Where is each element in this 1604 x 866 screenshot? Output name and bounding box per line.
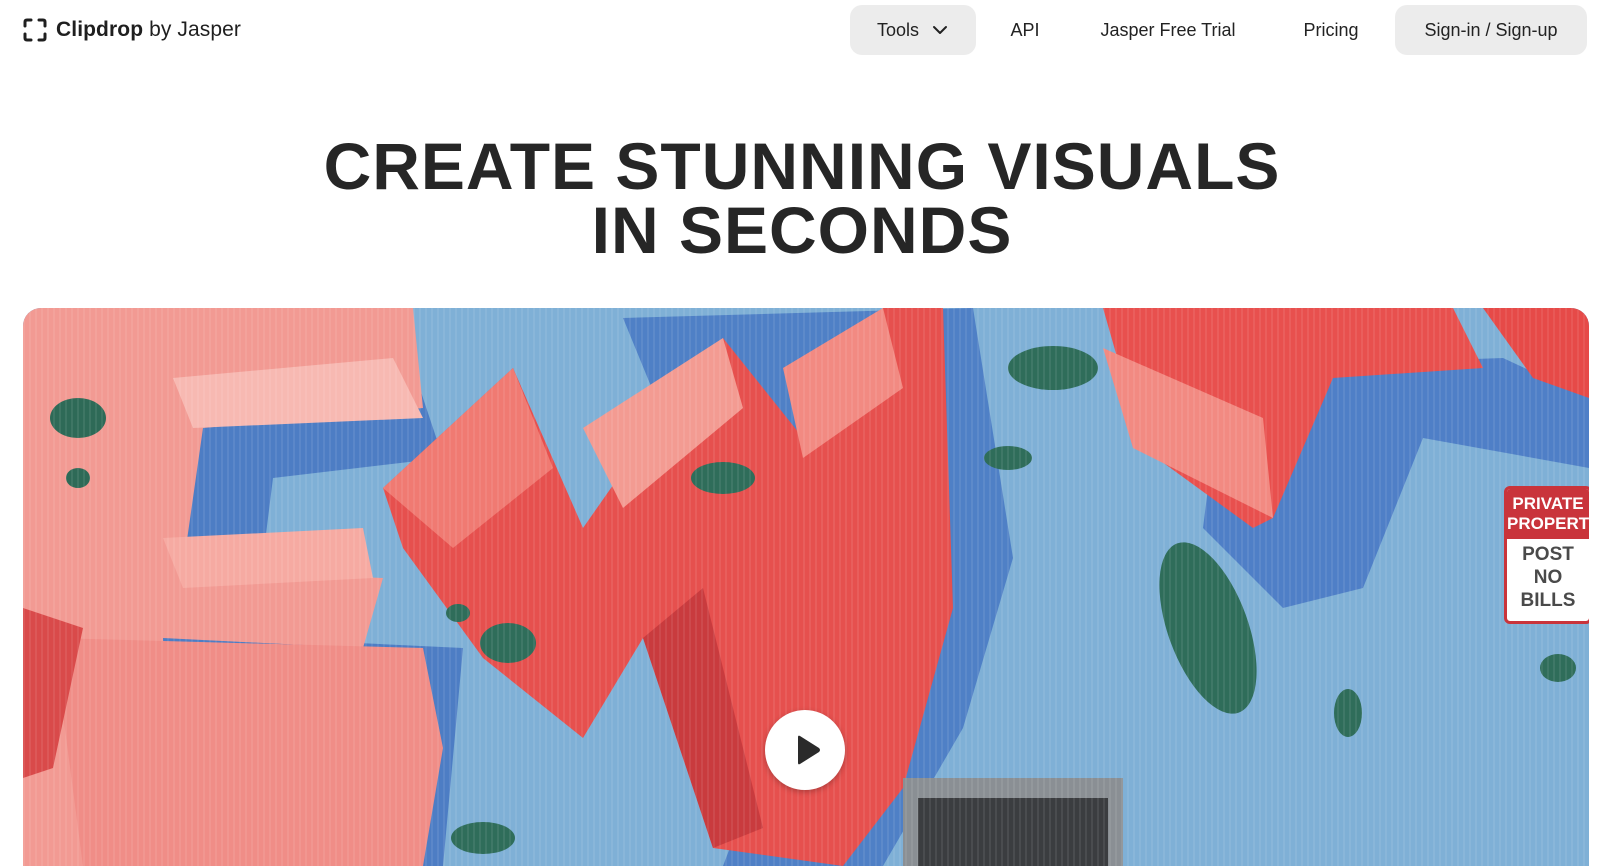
sign-line-2: PROPERTY xyxy=(1507,514,1589,533)
chevron-down-icon xyxy=(933,26,948,34)
logo[interactable]: Clipdrop by Jasper xyxy=(22,16,241,44)
hero-title-line-1: CREATE STUNNING VISUALS xyxy=(323,129,1281,203)
sign-in-button[interactable]: Sign-in / Sign-up xyxy=(1395,5,1587,55)
private-property-sign: PRIVATE PROPERTY POST NO BILLS xyxy=(1504,486,1589,624)
sign-line-1: PRIVATE xyxy=(1512,494,1584,513)
logo-text: Clipdrop by Jasper xyxy=(56,18,241,42)
play-icon xyxy=(798,735,820,765)
tools-label: Tools xyxy=(876,19,920,40)
logo-suffix: by Jasper xyxy=(149,18,242,41)
site-header: Clipdrop by Jasper Tools API Jasper Free… xyxy=(0,0,1604,60)
api-link[interactable]: API xyxy=(995,5,1055,55)
hero-title-line-2: IN SECONDS xyxy=(591,193,1013,267)
bracket-frame-icon xyxy=(23,18,47,42)
sign-line-4: NO xyxy=(1533,567,1563,588)
sign-line-3: POST xyxy=(1522,544,1574,565)
hero-video[interactable]: PRIVATE PROPERTY POST NO BILLS xyxy=(23,308,1589,866)
jasper-free-trial-link[interactable]: Jasper Free Trial xyxy=(1088,5,1248,55)
tools-dropdown-button[interactable]: Tools xyxy=(850,5,976,55)
sign-line-5: BILLS xyxy=(1520,590,1576,611)
play-button[interactable] xyxy=(765,710,845,790)
pricing-link[interactable]: Pricing xyxy=(1285,5,1377,55)
sign-header: PRIVATE PROPERTY xyxy=(1507,489,1589,539)
logo-brand: Clipdrop xyxy=(56,18,144,41)
hero-title: CREATE STUNNING VISUALS IN SECONDS xyxy=(0,129,1604,267)
sign-body: POST NO BILLS xyxy=(1507,543,1589,612)
